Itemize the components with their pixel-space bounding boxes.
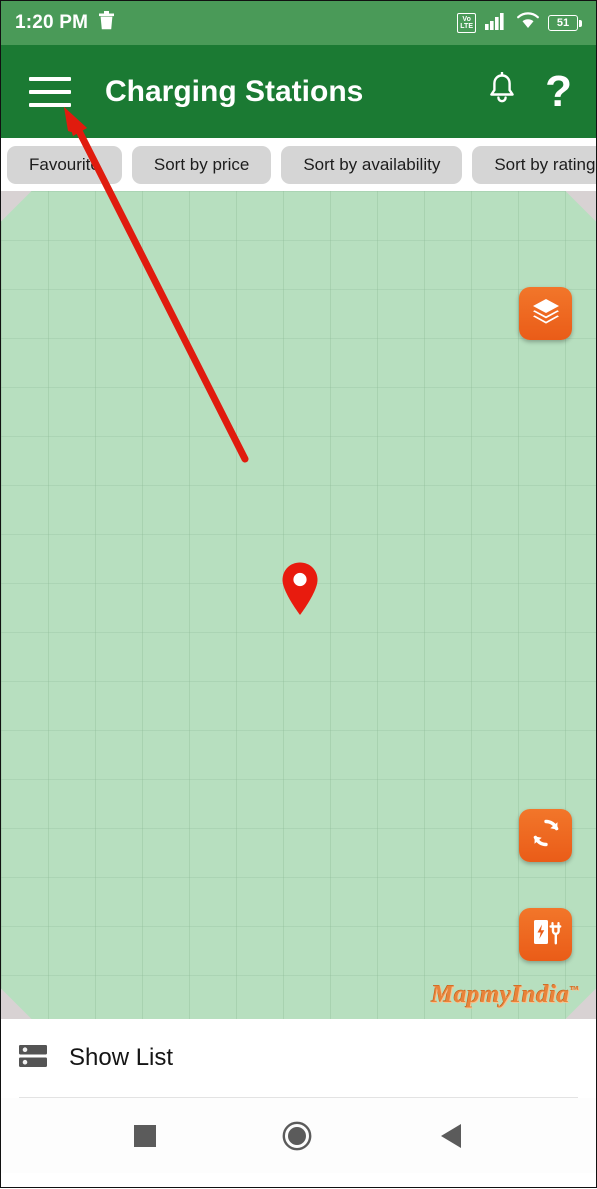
app-bar-actions: ?: [487, 69, 572, 114]
mapmyindia-watermark: MapmyIndia™: [431, 981, 579, 1009]
chip-favourite[interactable]: Favourite: [7, 145, 122, 184]
watermark-trademark: ™: [569, 984, 579, 995]
battery-icon: 51: [548, 15, 582, 31]
battery-level: 51: [548, 15, 578, 31]
android-navigation-bar: [1, 1098, 596, 1173]
trash-icon: [98, 11, 115, 35]
circle-home-icon[interactable]: [282, 1121, 312, 1151]
battery-tip: [579, 19, 582, 27]
signal-bars-icon: [485, 12, 508, 35]
map-pin-marker[interactable]: [280, 561, 320, 622]
hamburger-line-2: [29, 89, 71, 94]
list-view-icon: [17, 1042, 49, 1075]
status-bar-left: 1:20 PM: [15, 11, 115, 35]
bell-icon[interactable]: [487, 71, 517, 111]
watermark-text: MapmyIndia: [431, 981, 570, 1008]
map-corner-top-left: [1, 191, 33, 223]
layers-icon: [531, 297, 561, 330]
hamburger-line-3: [29, 102, 71, 107]
charging-station-button[interactable]: [519, 908, 572, 961]
status-bar-right: Vo LTE 51: [457, 12, 582, 35]
volte-line-2: LTE: [460, 23, 473, 30]
layers-button[interactable]: [519, 287, 572, 340]
chip-sort-by-rating[interactable]: Sort by rating: [472, 145, 596, 184]
charging-station-icon: [530, 916, 562, 953]
page-title: Charging Stations: [105, 74, 364, 108]
show-list-bar[interactable]: Show List: [1, 1019, 596, 1097]
chip-sort-by-price[interactable]: Sort by price: [131, 145, 272, 184]
app-bar: Charging Stations ?: [1, 45, 596, 138]
hamburger-line-1: [29, 76, 71, 81]
hamburger-menu-icon[interactable]: [29, 76, 71, 107]
square-recents-icon[interactable]: [134, 1124, 157, 1147]
map-view[interactable]: MapmyIndia™: [1, 191, 596, 1019]
refresh-icon: [530, 817, 562, 854]
help-icon[interactable]: ?: [545, 69, 572, 114]
triangle-back-icon[interactable]: [439, 1123, 463, 1149]
map-corner-bottom-left: [1, 987, 33, 1019]
wifi-icon: [517, 12, 539, 34]
status-bar-clock: 1:20 PM: [15, 12, 89, 33]
volte-line-1: Vo: [462, 15, 471, 23]
chip-sort-by-availability[interactable]: Sort by availability: [281, 145, 463, 184]
volte-icon: Vo LTE: [457, 13, 476, 33]
refresh-button[interactable]: [519, 809, 572, 862]
filter-chip-row: Favourite Sort by price Sort by availabi…: [1, 138, 596, 191]
map-corner-top-right: [564, 191, 596, 223]
show-list-label: Show List: [69, 1044, 174, 1071]
status-bar: 1:20 PM Vo LTE 51: [1, 1, 596, 45]
